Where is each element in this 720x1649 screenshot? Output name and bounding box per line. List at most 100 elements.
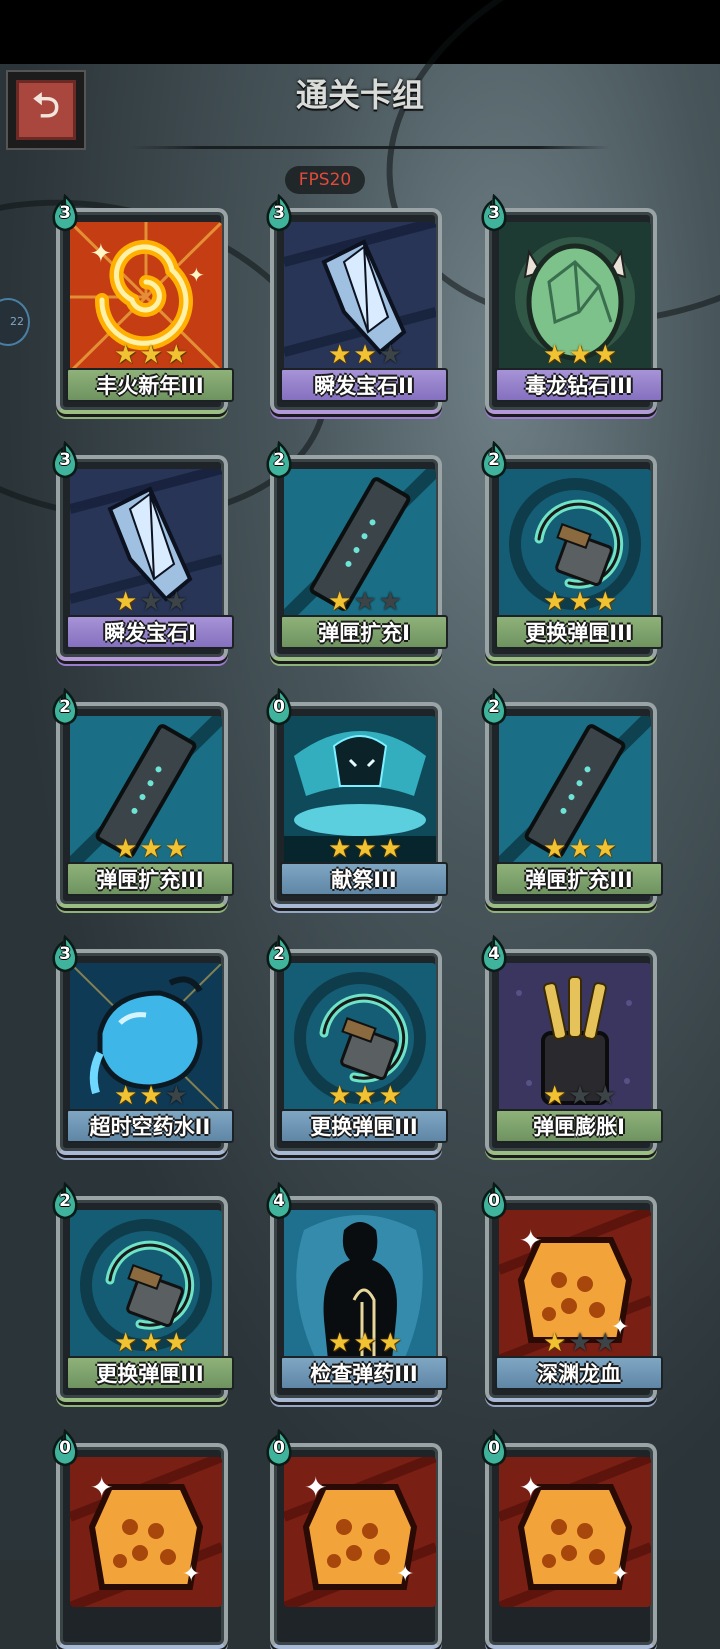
- energy-cost-value: 0: [273, 1438, 285, 1458]
- deck-card[interactable]: ✦ ✦ 0: [52, 1429, 234, 1649]
- card-name: 弹匣扩充I: [280, 615, 448, 649]
- star-filled-icon: ★: [378, 834, 402, 864]
- star-filled-icon: ★: [164, 340, 188, 370]
- title-divider: [130, 146, 610, 149]
- deck-card[interactable]: ★ ★ ★ 超时空药水II 3: [52, 935, 234, 1155]
- energy-cost-badge: 0: [48, 1429, 82, 1467]
- energy-cost-badge: 0: [262, 688, 296, 726]
- energy-cost-value: 2: [488, 697, 500, 717]
- star-filled-icon: ★: [114, 340, 138, 370]
- star-filled-icon: ★: [543, 587, 567, 617]
- star-rating: ★ ★ ★: [535, 1083, 625, 1109]
- deck-card[interactable]: ★ ★ ★ 弹匣扩充III 2: [481, 688, 663, 908]
- card-name: 毒龙钻石III: [495, 368, 663, 402]
- star-rating: ★ ★ ★: [320, 589, 410, 615]
- star-filled-icon: ★: [543, 1328, 567, 1358]
- card-name: 检查弹药III: [280, 1356, 448, 1390]
- star-filled-icon: ★: [543, 340, 567, 370]
- energy-cost-value: 4: [488, 944, 500, 964]
- star-filled-icon: ★: [568, 834, 592, 864]
- star-filled-icon: ★: [593, 834, 617, 864]
- star-filled-icon: ★: [568, 340, 592, 370]
- star-filled-icon: ★: [328, 1328, 352, 1358]
- energy-cost-badge: 2: [48, 688, 82, 726]
- energy-cost-value: 3: [59, 450, 71, 470]
- energy-cost-badge: 3: [477, 194, 511, 232]
- deck-card[interactable]: ★ ★ ★ 弹匣膨胀I 4: [481, 935, 663, 1155]
- star-rating: ★ ★ ★: [535, 836, 625, 862]
- card-frame: ★ ★ ★ 毒龙钻石III: [485, 208, 663, 414]
- card-frame: ★ ★ ★ 弹匣扩充I: [270, 455, 448, 661]
- star-filled-icon: ★: [353, 1081, 377, 1111]
- star-rating: ★ ★ ★: [535, 589, 625, 615]
- star-filled-icon: ★: [378, 1081, 402, 1111]
- card-frame: ★ ★ ★ 更换弹匣III: [485, 455, 663, 661]
- deck-card[interactable]: ★ ★ ★ 献祭III 0: [266, 688, 448, 908]
- card-frame: ★ ★ ★ 弹匣扩充III: [485, 702, 663, 908]
- deck-card[interactable]: ★ ★ ★ 弹匣扩充I 2: [266, 441, 448, 661]
- card-frame: ★ ★ ★ 瞬发宝石I: [56, 455, 234, 661]
- card-frame: ★ ★ ★ 检查弹药III: [270, 1196, 448, 1402]
- deck-card[interactable]: ✦ ✦ ★ ★ ★ 丰火新年III 3: [52, 194, 234, 414]
- energy-cost-badge: 2: [48, 1182, 82, 1220]
- star-filled-icon: ★: [568, 587, 592, 617]
- card-name: 献祭III: [280, 862, 448, 896]
- energy-cost-value: 3: [488, 203, 500, 223]
- star-filled-icon: ★: [353, 834, 377, 864]
- star-rating: ★ ★ ★: [535, 1330, 625, 1356]
- star-rating: ★ ★ ★: [106, 342, 196, 368]
- energy-cost-badge: 4: [477, 935, 511, 973]
- energy-cost-badge: 4: [262, 1182, 296, 1220]
- deck-card[interactable]: ✦ ✦ ★ ★ ★ 深渊龙血 0: [481, 1182, 663, 1402]
- card-name: 更换弹匣III: [66, 1356, 234, 1390]
- star-empty-icon: ★: [568, 1328, 592, 1358]
- star-filled-icon: ★: [378, 1328, 402, 1358]
- energy-cost-value: 2: [273, 944, 285, 964]
- star-filled-icon: ★: [593, 340, 617, 370]
- star-filled-icon: ★: [328, 834, 352, 864]
- deck-card[interactable]: ✦ ✦ 0: [481, 1429, 663, 1649]
- star-filled-icon: ★: [114, 1081, 138, 1111]
- deck-card[interactable]: ★ ★ ★ 毒龙钻石III 3: [481, 194, 663, 414]
- star-filled-icon: ★: [139, 834, 163, 864]
- card-frame: ★ ★ ★ 更换弹匣III: [270, 949, 448, 1155]
- svg-text:✦: ✦: [90, 1471, 113, 1504]
- star-empty-icon: ★: [568, 1081, 592, 1111]
- star-filled-icon: ★: [543, 1081, 567, 1111]
- dragon-blood-flask-icon: ✦ ✦: [284, 1457, 436, 1607]
- star-empty-icon: ★: [378, 587, 402, 617]
- deck-card[interactable]: ★ ★ ★ 瞬发宝石II 3: [266, 194, 448, 414]
- energy-cost-badge: 0: [262, 1429, 296, 1467]
- energy-cost-value: 3: [59, 203, 71, 223]
- svg-text:✦: ✦: [182, 1562, 200, 1587]
- deck-card[interactable]: ★ ★ ★ 检查弹药III 4: [266, 1182, 448, 1402]
- card-name: 瞬发宝石II: [280, 368, 448, 402]
- deck-card[interactable]: ✦ ✦ 0: [266, 1429, 448, 1649]
- svg-text:✦: ✦: [519, 1224, 542, 1257]
- card-name: 更换弹匣III: [280, 1109, 448, 1143]
- energy-cost-value: 2: [273, 450, 285, 470]
- energy-cost-badge: 3: [262, 194, 296, 232]
- deck-card[interactable]: ★ ★ ★ 更换弹匣III 2: [52, 1182, 234, 1402]
- energy-cost-badge: 3: [48, 441, 82, 479]
- star-filled-icon: ★: [164, 1328, 188, 1358]
- star-filled-icon: ★: [164, 834, 188, 864]
- energy-cost-badge: 3: [48, 935, 82, 973]
- star-filled-icon: ★: [543, 834, 567, 864]
- star-rating: ★ ★ ★: [320, 1330, 410, 1356]
- fps-counter: FPS20: [285, 166, 365, 194]
- deck-card[interactable]: ★ ★ ★ 瞬发宝石I 3: [52, 441, 234, 661]
- energy-cost-badge: 3: [48, 194, 82, 232]
- deck-card[interactable]: ★ ★ ★ 更换弹匣III 2: [481, 441, 663, 661]
- star-filled-icon: ★: [139, 1081, 163, 1111]
- energy-cost-badge: 2: [477, 688, 511, 726]
- card-name: 丰火新年III: [66, 368, 234, 402]
- star-empty-icon: ★: [139, 587, 163, 617]
- card-frame: ✦ ✦: [56, 1443, 228, 1649]
- star-empty-icon: ★: [164, 587, 188, 617]
- page-title: 通关卡组: [295, 76, 424, 114]
- energy-cost-badge: 2: [262, 935, 296, 973]
- star-filled-icon: ★: [139, 1328, 163, 1358]
- deck-card[interactable]: ★ ★ ★ 弹匣扩充III 2: [52, 688, 234, 908]
- deck-card[interactable]: ★ ★ ★ 更换弹匣III 2: [266, 935, 448, 1155]
